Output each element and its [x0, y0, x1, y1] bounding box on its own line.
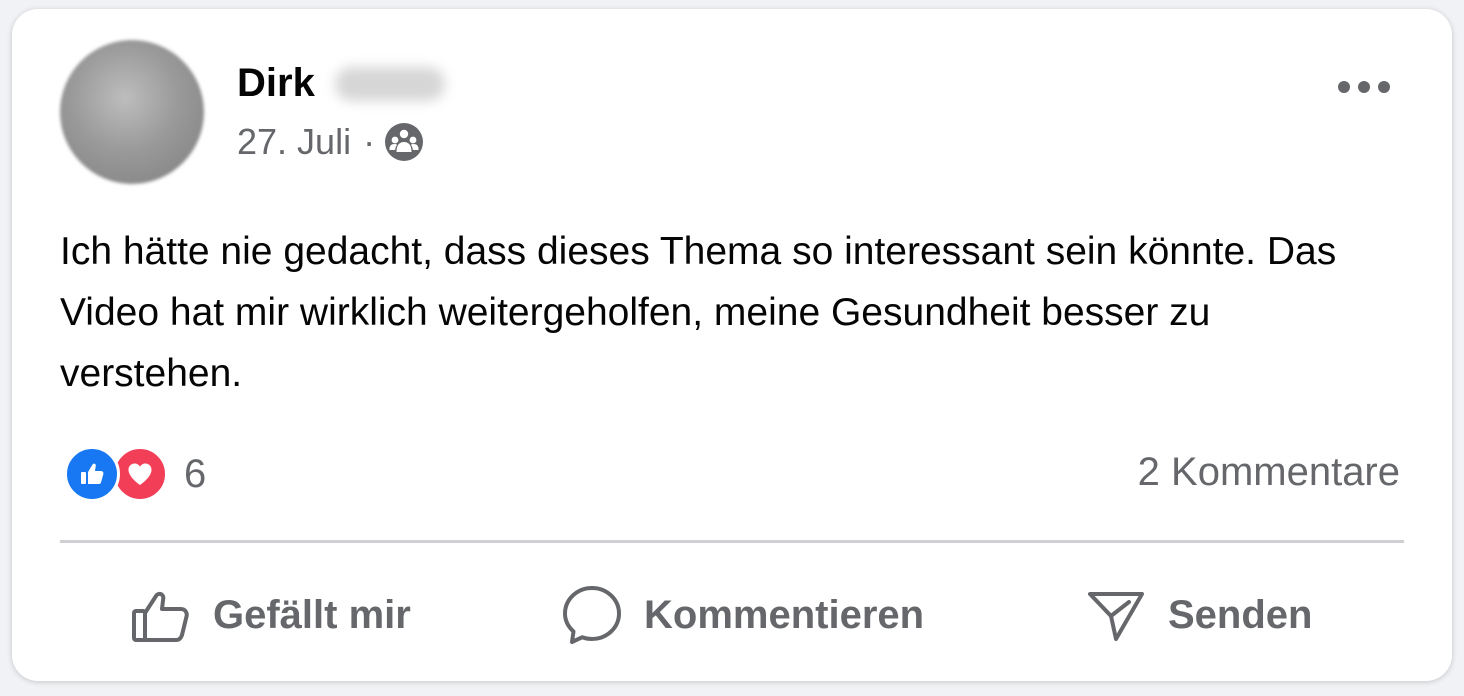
friends-audience-icon[interactable] — [383, 121, 425, 163]
post-meta: 27. Juli · — [237, 121, 425, 163]
reaction-count[interactable]: 6 — [184, 452, 206, 497]
send-button[interactable]: Senden — [1084, 575, 1312, 655]
meta-separator: · — [363, 121, 376, 162]
author-name[interactable]: Dirk — [237, 61, 445, 106]
post-text: Ich hätte nie gedacht, dass dieses Thema… — [60, 230, 1337, 395]
love-reaction-icon — [112, 446, 168, 502]
divider — [60, 540, 1404, 543]
more-options-button[interactable] — [1328, 65, 1400, 109]
comment-button-label: Kommentieren — [644, 592, 925, 637]
thumbs-up-icon — [132, 591, 189, 642]
comment-bubble-icon — [563, 586, 621, 644]
comments-count-link[interactable]: 2 Kommentare — [1138, 450, 1400, 495]
like-reaction-icon — [64, 446, 120, 502]
avatar[interactable] — [60, 40, 204, 184]
blurred-surname — [334, 66, 445, 101]
post-date[interactable]: 27. Juli — [237, 121, 351, 163]
author-first-name[interactable]: Dirk — [237, 61, 315, 106]
like-button-label: Gefällt mir — [213, 592, 411, 637]
like-button[interactable]: Gefällt mir — [129, 575, 411, 655]
reactions-summary[interactable]: 6 — [64, 446, 206, 502]
more-horizontal-icon — [1338, 81, 1390, 93]
send-button-label: Senden — [1168, 592, 1313, 637]
send-icon — [1088, 592, 1144, 641]
post-card: Dirk 27. Juli · Ich hätte nie gedacht, d… — [12, 9, 1452, 681]
comment-button[interactable]: Kommentieren — [560, 575, 924, 655]
